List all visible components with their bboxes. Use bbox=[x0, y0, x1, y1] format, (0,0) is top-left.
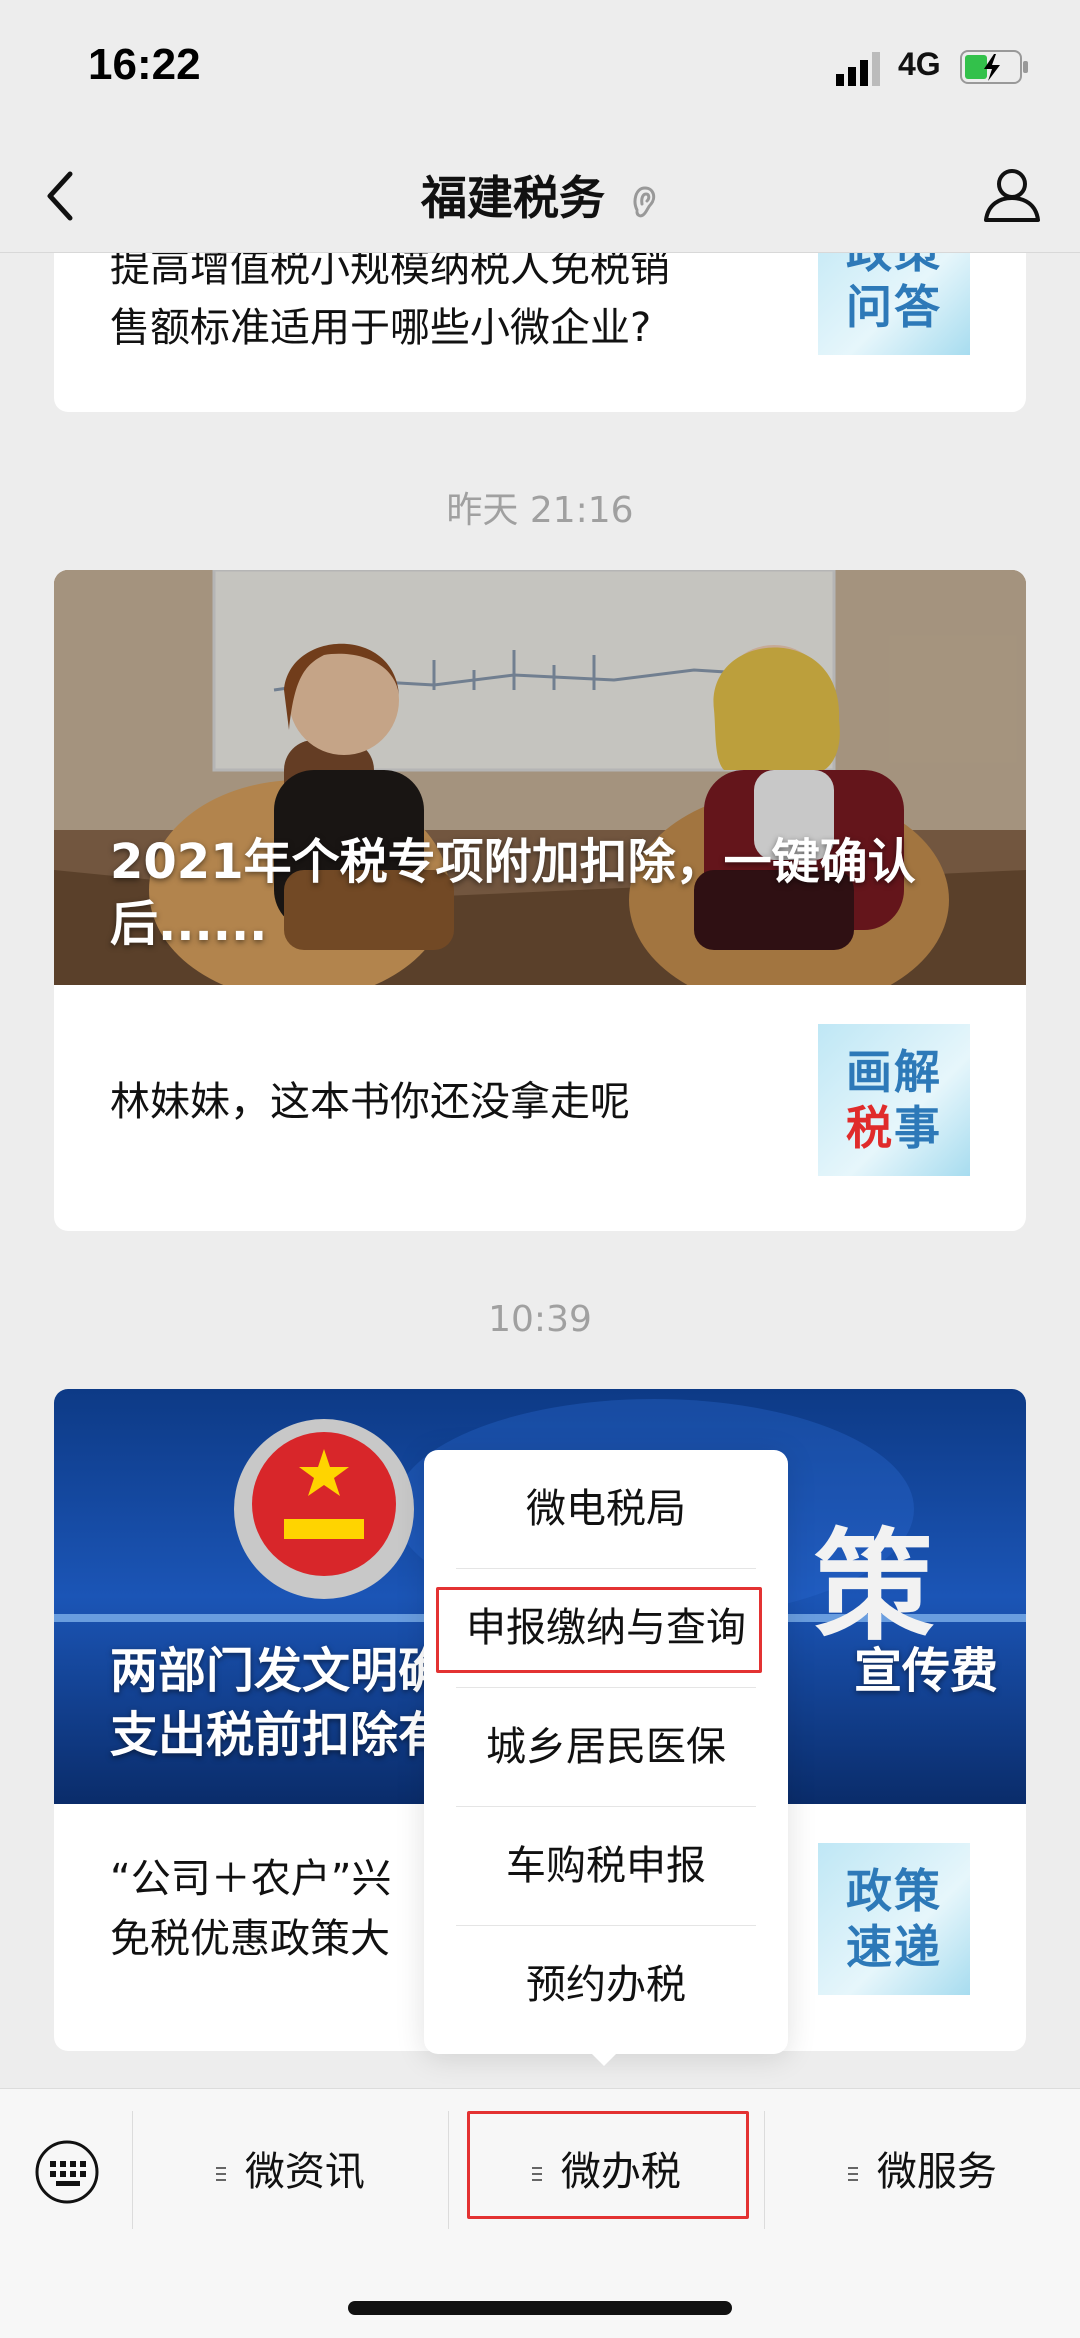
network-type: 4G bbox=[898, 46, 941, 82]
page-title-text: 福建税务 bbox=[420, 171, 605, 225]
article-title-line: 提高增值税小规模纳税人免税销 bbox=[110, 253, 670, 291]
thumbnail-text: 事 bbox=[894, 1101, 942, 1155]
article-title[interactable]: 两部门发文明确 支出税前扣除有 bbox=[110, 1639, 446, 1767]
battery-icon bbox=[960, 50, 1028, 84]
article-title[interactable]: 2021年个税专项附加扣除，一键确认后...... bbox=[110, 831, 970, 955]
article-title-line: 免税优惠政策大 bbox=[110, 1916, 390, 1962]
submenu-item-weidianshuiju[interactable]: 微电税局 bbox=[456, 1450, 756, 1568]
article-thumbnail[interactable]: 政策 问答 bbox=[818, 253, 970, 355]
menu-icon bbox=[848, 2167, 859, 2181]
timestamp: 昨天 21:16 bbox=[446, 490, 634, 531]
user-profile-icon[interactable] bbox=[982, 164, 1042, 224]
thumbnail-text: 速递 bbox=[846, 1920, 942, 1974]
tab-weifuwu[interactable]: 微服务 bbox=[765, 2127, 1080, 2217]
submenu-item-resident-medical-insurance[interactable]: 城乡居民医保 bbox=[456, 1688, 756, 1806]
submenu-item-appointment[interactable]: 预约办税 bbox=[456, 1926, 756, 2044]
status-bar: 16:22 4G bbox=[0, 0, 1080, 140]
banner-word: 策 bbox=[814, 1518, 934, 1657]
keyboard-icon[interactable] bbox=[34, 2139, 100, 2205]
signal-icon bbox=[836, 52, 880, 86]
article-title-line: 两部门发文明确 bbox=[110, 1643, 447, 1699]
popup-pointer bbox=[590, 2052, 618, 2066]
thumbnail-text: 政策 bbox=[846, 253, 942, 279]
highlight-box bbox=[436, 1587, 762, 1673]
tab-label: 微资讯 bbox=[244, 2149, 365, 2195]
submenu-item-vehicle-tax[interactable]: 车购税申报 bbox=[456, 1807, 756, 1925]
tab-weizixun[interactable]: 微资讯 bbox=[133, 2127, 448, 2217]
highlight-box bbox=[467, 2111, 749, 2219]
thumbnail-text: 画解 bbox=[846, 1045, 942, 1099]
article-title[interactable]: “公司＋农户”兴 免税优惠政策大 bbox=[110, 1849, 391, 1969]
tab-label: 微服务 bbox=[876, 2149, 997, 2195]
article-card[interactable]: 2021年个税专项附加扣除，一键确认后...... 林妹妹，这本书你还没拿走呢 … bbox=[54, 570, 1026, 1231]
status-time: 16:22 bbox=[88, 40, 201, 89]
article-thumbnail[interactable]: 政策 速递 bbox=[818, 1843, 970, 1995]
timestamp: 10:39 bbox=[488, 1299, 592, 1340]
article-title[interactable]: 林妹妹，这本书你还没拿走呢 bbox=[110, 1072, 630, 1132]
thumbnail-text: 税事 bbox=[846, 1100, 942, 1156]
article-card[interactable]: 提高增值税小规模纳税人免税销 售额标准适用于哪些小微企业? 政策 问答 bbox=[54, 253, 1026, 412]
page-title: 福建税务 bbox=[0, 162, 1080, 228]
thumbnail-text: 政策 bbox=[846, 1864, 942, 1918]
article-title-line: “公司＋农户”兴 bbox=[110, 1856, 392, 1902]
thumbnail-text-red: 税 bbox=[846, 1101, 894, 1155]
home-indicator[interactable] bbox=[348, 2301, 732, 2315]
thumbnail-text: 问答 bbox=[846, 280, 942, 334]
ear-icon bbox=[633, 185, 656, 217]
nav-bar: 福建税务 bbox=[0, 140, 1080, 253]
article-hero-image[interactable]: 2021年个税专项附加扣除，一键确认后...... bbox=[54, 570, 1026, 985]
menu-icon bbox=[216, 2167, 227, 2181]
article-title-fragment: 宣传费 bbox=[854, 1643, 999, 1699]
submenu-popup: 微电税局 申报缴纳与查询 城乡居民医保 车购税申报 预约办税 bbox=[424, 1450, 788, 2054]
article-title[interactable]: 提高增值税小规模纳税人免税销 售额标准适用于哪些小微企业? bbox=[110, 253, 670, 358]
article-title-line: 售额标准适用于哪些小微企业? bbox=[110, 305, 652, 351]
article-title-line: 支出税前扣除有 bbox=[110, 1707, 447, 1763]
article-thumbnail[interactable]: 画解 税事 bbox=[818, 1024, 970, 1176]
